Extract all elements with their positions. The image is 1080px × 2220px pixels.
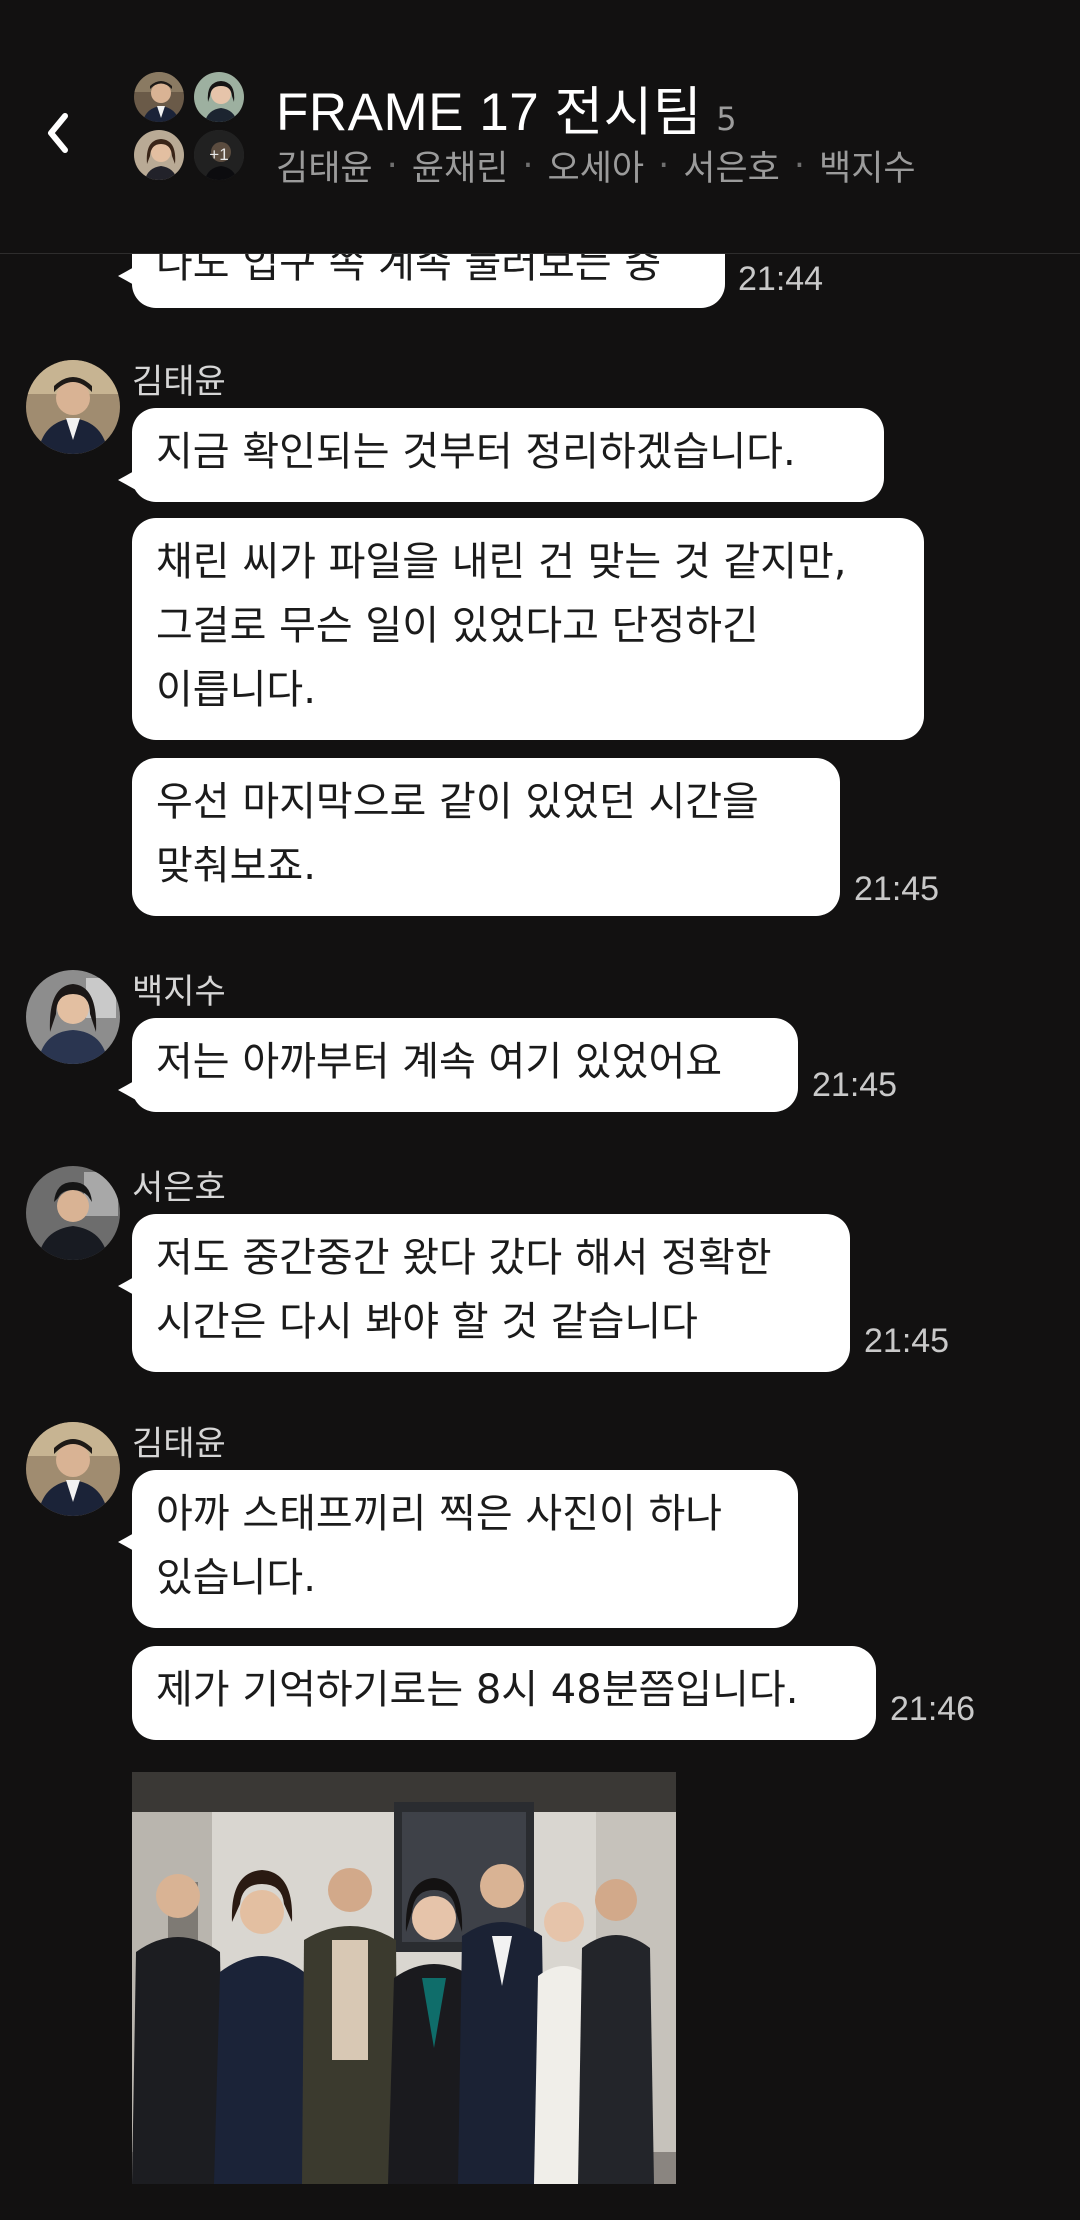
message-time: 21:45	[812, 1066, 898, 1104]
member-avatar	[132, 128, 186, 182]
separator-dot: ·	[386, 145, 398, 186]
member-name: 오세아	[547, 149, 645, 189]
photo-attachment[interactable]	[132, 1772, 676, 2184]
member-name: 김태윤	[276, 149, 373, 189]
member-name: 서은호	[683, 149, 780, 189]
message-list[interactable]: 나도 입구 쪽 계속 둘러보는 중 21:44 김태윤 지금 확인되는 것부터 …	[0, 254, 1080, 2220]
chat-title: FRAME 17 전시팀	[276, 83, 703, 142]
more-members-avatar: +1	[192, 128, 246, 182]
message-text: 아까 스태프끼리 찍은 사진이 하나	[156, 1491, 723, 1537]
group-avatar-grid[interactable]: +1	[132, 70, 248, 184]
message-text: 저도 중간중간 왔다 갔다 해서 정확한	[156, 1235, 772, 1281]
message-time: 21:46	[890, 1690, 976, 1728]
member-avatar	[192, 70, 246, 124]
chevron-left-icon	[48, 113, 68, 153]
message-text: 채린 씨가 파일을 내린 건 맞는 것 같지만,	[156, 539, 847, 585]
message-bubble[interactable]: 지금 확인되는 것부터 정리하겠습니다.	[118, 408, 884, 502]
message-text: 그걸로 무슨 일이 있었다고 단정하긴	[156, 603, 759, 649]
more-members-count: +1	[194, 130, 244, 180]
message-text: 저는 아까부터 계속 여기 있었어요	[156, 1039, 723, 1085]
member-name: 백지수	[819, 149, 916, 189]
member-name: 윤채린	[411, 149, 509, 189]
message-bubble[interactable]: 채린 씨가 파일을 내린 건 맞는 것 같지만, 그걸로 무슨 일이 있었다고 …	[132, 518, 924, 740]
message-text: 이릅니다.	[156, 667, 316, 713]
sender-name: 김태윤	[132, 1424, 226, 1464]
member-list: 김태윤 · 윤채린 · 오세아 · 서은호 · 백지수	[276, 140, 916, 191]
sender-avatar[interactable]	[26, 1422, 120, 1516]
back-button[interactable]	[38, 98, 78, 168]
message-text: 나도 입구 쪽 계속 둘러보는 중	[156, 254, 662, 287]
chat-title-row[interactable]: FRAME 17 전시팀 5	[276, 70, 737, 146]
separator-dot: ·	[793, 145, 805, 186]
message-text: 있습니다.	[156, 1555, 316, 1601]
message-bubble[interactable]: 아까 스태프끼리 찍은 사진이 하나 있습니다.	[118, 1470, 798, 1628]
separator-dot: ·	[522, 145, 534, 186]
sender-avatar[interactable]	[26, 970, 120, 1064]
separator-dot: ·	[658, 145, 670, 186]
chat-header: +1 FRAME 17 전시팀 5 김태윤 · 윤채린 · 오세아 · 서은호 …	[0, 0, 1080, 254]
message-bubble[interactable]: 제가 기억하기로는 8시 48분쯤입니다.	[132, 1646, 876, 1740]
message-time: 21:44	[738, 260, 824, 298]
sender-name: 서은호	[132, 1168, 226, 1208]
message-time: 21:45	[864, 1322, 950, 1360]
sender-avatar[interactable]	[26, 360, 120, 454]
member-count: 5	[716, 100, 737, 138]
message-bubble[interactable]: 저도 중간중간 왔다 갔다 해서 정확한 시간은 다시 봐야 할 것 같습니다	[118, 1214, 850, 1372]
message-bubble[interactable]: 저는 아까부터 계속 여기 있었어요	[118, 1018, 798, 1112]
message-text: 시간은 다시 봐야 할 것 같습니다	[156, 1299, 698, 1345]
message-text: 맞춰보죠.	[156, 843, 316, 889]
message-text: 우선 마지막으로 같이 있었던 시간을	[156, 779, 759, 825]
message-bubble[interactable]: 나도 입구 쪽 계속 둘러보는 중	[118, 254, 725, 308]
sender-name: 김태윤	[132, 362, 226, 402]
message-text: 지금 확인되는 것부터 정리하겠습니다.	[156, 429, 796, 475]
message-text: 제가 기억하기로는 8시 48분쯤입니다.	[156, 1667, 799, 1713]
message-bubble[interactable]: 우선 마지막으로 같이 있었던 시간을 맞춰보죠.	[132, 758, 840, 916]
sender-name: 백지수	[132, 972, 226, 1012]
message-time: 21:45	[854, 870, 940, 908]
member-avatar	[132, 70, 186, 124]
sender-avatar[interactable]	[26, 1166, 120, 1260]
